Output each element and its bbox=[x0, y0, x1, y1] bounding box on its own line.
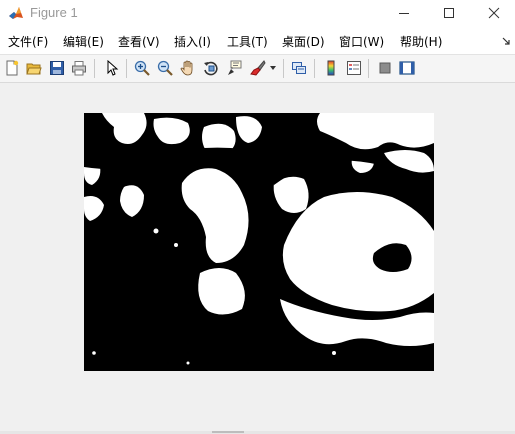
window-title: Figure 1 bbox=[30, 5, 78, 20]
menu-help[interactable]: 帮助(H) bbox=[400, 33, 442, 50]
zoom-out-button[interactable] bbox=[155, 58, 175, 78]
matlab-icon bbox=[9, 7, 23, 19]
figure-toolbar bbox=[0, 55, 515, 83]
maximize-icon bbox=[444, 8, 454, 18]
menu-tools[interactable]: 工具(T) bbox=[227, 33, 268, 50]
title-bar: Figure 1 bbox=[0, 0, 515, 26]
link-plot-icon bbox=[292, 62, 306, 74]
zoom-out-icon bbox=[157, 60, 173, 76]
menu-edit[interactable]: 编辑(E) bbox=[63, 33, 104, 50]
brush-dropdown[interactable] bbox=[268, 58, 278, 78]
toolbar-separator bbox=[94, 59, 95, 78]
close-icon bbox=[488, 7, 500, 19]
minimize-button[interactable] bbox=[381, 0, 427, 26]
brush-button[interactable] bbox=[248, 58, 268, 78]
toolbar-separator bbox=[314, 59, 315, 78]
insert-legend-icon bbox=[347, 61, 361, 75]
open-file-button[interactable] bbox=[24, 58, 44, 78]
menu-desktop[interactable]: 桌面(D) bbox=[282, 33, 325, 50]
menu-bar: 文件(F) 编辑(E) 查看(V) 插入(I) 工具(T) 桌面(D) 窗口(W… bbox=[0, 26, 515, 55]
menu-view[interactable]: 查看(V) bbox=[118, 33, 160, 50]
data-cursor-button[interactable] bbox=[224, 58, 244, 78]
toolbar-separator bbox=[283, 59, 284, 78]
close-button[interactable] bbox=[471, 0, 515, 26]
new-figure-icon bbox=[6, 60, 19, 76]
chevron-down-icon bbox=[270, 66, 276, 70]
show-plot-tools-button[interactable] bbox=[397, 58, 417, 78]
edit-plot-button[interactable] bbox=[102, 58, 122, 78]
zoom-in-icon bbox=[134, 60, 150, 76]
binary-image[interactable] bbox=[84, 113, 434, 371]
resize-grip[interactable] bbox=[212, 431, 244, 433]
maximize-button[interactable] bbox=[426, 0, 472, 26]
brush-icon bbox=[250, 60, 266, 76]
save-button[interactable] bbox=[47, 58, 67, 78]
insert-colorbar-icon bbox=[327, 60, 335, 76]
save-icon bbox=[50, 61, 64, 75]
minimize-icon bbox=[399, 13, 409, 14]
menu-insert[interactable]: 插入(I) bbox=[174, 33, 211, 50]
data-cursor-icon bbox=[228, 60, 242, 75]
show-plot-tools-icon bbox=[399, 61, 415, 75]
print-button[interactable] bbox=[69, 58, 89, 78]
link-plot-button[interactable] bbox=[289, 58, 309, 78]
pan-button[interactable] bbox=[178, 58, 198, 78]
toolbar-separator bbox=[368, 59, 369, 78]
open-file-icon bbox=[26, 63, 42, 75]
menu-window[interactable]: 窗口(W) bbox=[339, 33, 384, 50]
rotate-3d-icon bbox=[204, 61, 218, 76]
new-figure-button[interactable] bbox=[2, 58, 22, 78]
hide-plot-tools-icon bbox=[379, 62, 391, 74]
zoom-in-button[interactable] bbox=[132, 58, 152, 78]
insert-legend-button[interactable] bbox=[344, 58, 364, 78]
edit-plot-arrow-icon bbox=[107, 60, 119, 76]
rotate-3d-button[interactable] bbox=[201, 58, 221, 78]
menu-file[interactable]: 文件(F) bbox=[8, 33, 48, 50]
hide-plot-tools-button[interactable] bbox=[375, 58, 395, 78]
menu-arrow-icon[interactable] bbox=[501, 36, 511, 46]
toolbar-separator bbox=[126, 59, 127, 78]
insert-colorbar-button[interactable] bbox=[321, 58, 341, 78]
print-icon bbox=[72, 61, 86, 76]
pan-hand-icon bbox=[180, 60, 193, 76]
